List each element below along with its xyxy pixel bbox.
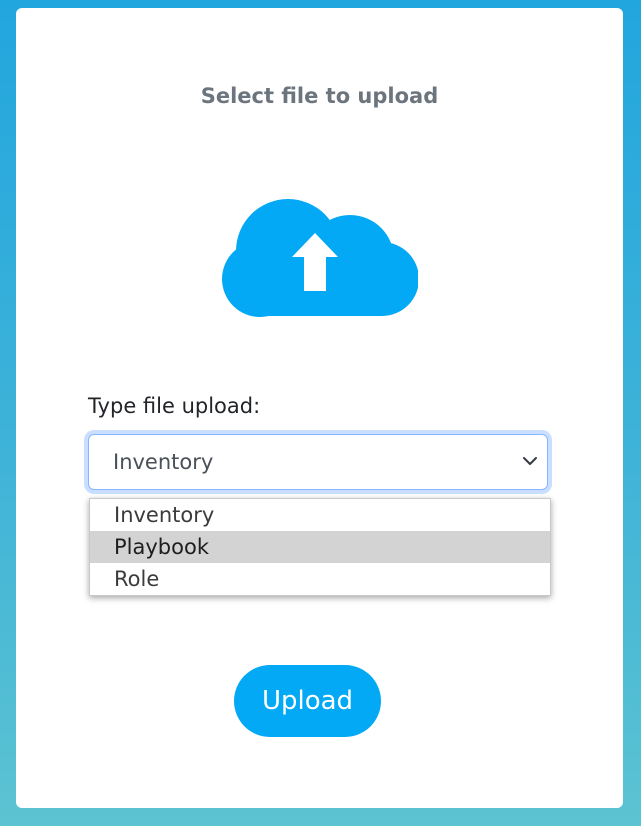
file-type-dropdown: Inventory Playbook Role — [89, 498, 551, 596]
file-type-select[interactable]: Inventory — [88, 434, 548, 490]
option-playbook[interactable]: Playbook — [90, 531, 550, 563]
file-type-selected-value: Inventory — [113, 450, 214, 474]
upload-button[interactable]: Upload — [234, 665, 381, 737]
option-role[interactable]: Role — [90, 563, 550, 595]
chevron-down-icon — [521, 452, 539, 470]
upload-card: Select file to upload Type file upload: … — [16, 8, 623, 808]
option-inventory[interactable]: Inventory — [90, 499, 550, 531]
cloud-upload-icon — [216, 193, 418, 318]
file-type-label: Type file upload: — [88, 394, 261, 418]
page-title: Select file to upload — [200, 84, 439, 108]
